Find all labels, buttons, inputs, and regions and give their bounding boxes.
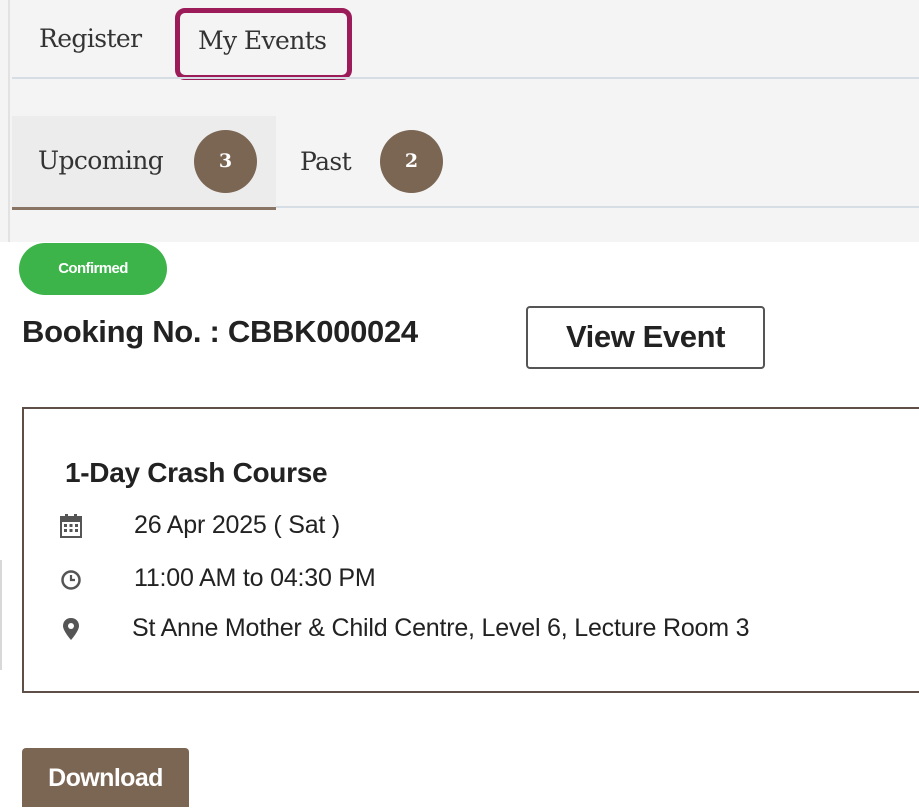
- left-border-lower: [0, 560, 2, 670]
- event-date: 26 Apr 2025 ( Sat ): [134, 511, 341, 539]
- left-border: [8, 0, 10, 242]
- booking-number: Booking No. : CBBK000024: [22, 314, 418, 349]
- event-filter-tabs: Upcoming 3 Past 2: [12, 116, 919, 210]
- tab-register[interactable]: Register: [39, 24, 142, 53]
- tab-my-events-label: My Events: [198, 26, 327, 55]
- main-tabs: Register My Events: [12, 0, 919, 80]
- event-location-row: St Anne Mother & Child Centre, Level 6, …: [60, 614, 919, 646]
- tab-my-events[interactable]: My Events: [175, 8, 352, 80]
- event-time: 11:00 AM to 04:30 PM: [134, 564, 376, 592]
- view-event-button[interactable]: View Event: [526, 306, 765, 369]
- event-card: 1-Day Crash Course 26 Apr 2025 ( Sat ) 1…: [22, 407, 919, 693]
- tab-past-label: Past: [300, 147, 352, 176]
- map-marker-icon: [63, 618, 79, 640]
- upcoming-count-badge: 3: [194, 130, 257, 193]
- past-count-badge: 2: [380, 130, 443, 193]
- tab-upcoming-label: Upcoming: [38, 146, 164, 175]
- calendar-icon: [60, 514, 82, 538]
- tab-past[interactable]: Past 2: [276, 116, 476, 206]
- event-time-row: 11:00 AM to 04:30 PM: [60, 564, 919, 596]
- event-title: 1-Day Crash Course: [65, 457, 328, 488]
- event-location: St Anne Mother & Child Centre, Level 6, …: [132, 614, 750, 642]
- tab-upcoming[interactable]: Upcoming 3: [12, 116, 276, 210]
- status-badge: Confirmed: [19, 243, 167, 295]
- clock-icon: [61, 570, 81, 590]
- main-tabs-divider: [12, 77, 919, 79]
- download-button[interactable]: Download: [22, 748, 189, 807]
- event-date-row: 26 Apr 2025 ( Sat ): [60, 511, 919, 543]
